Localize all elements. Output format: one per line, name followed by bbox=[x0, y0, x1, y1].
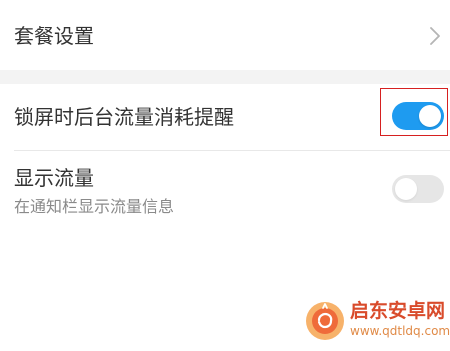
toggle-knob bbox=[395, 178, 417, 200]
lockscreen-background-alert-toggle[interactable] bbox=[392, 102, 444, 130]
section-divider bbox=[0, 70, 450, 84]
brand-logo-icon bbox=[306, 302, 344, 340]
lockscreen-background-alert-label: 锁屏时后台流量消耗提醒 bbox=[14, 105, 234, 129]
watermark: 启东安卓网 www.qdtldq.com bbox=[304, 297, 450, 345]
show-traffic-sublabel: 在通知栏显示流量信息 bbox=[14, 197, 175, 216]
settings-screen: 套餐设置 锁屏时后台流量消耗提醒 显示流量 在通知栏显示流量信息 启东安卓网 w… bbox=[0, 0, 450, 351]
package-settings-row[interactable]: 套餐设置 bbox=[0, 0, 450, 70]
chevron-right-icon bbox=[430, 27, 440, 45]
show-traffic-toggle[interactable] bbox=[392, 175, 444, 203]
package-settings-label: 套餐设置 bbox=[14, 24, 94, 48]
toggle-knob bbox=[419, 105, 441, 127]
watermark-url: www.qdtldq.com bbox=[350, 324, 450, 338]
show-traffic-label: 显示流量 bbox=[14, 166, 94, 190]
watermark-title: 启东安卓网 bbox=[350, 300, 446, 322]
show-traffic-row: 显示流量 在通知栏显示流量信息 bbox=[0, 151, 450, 231]
